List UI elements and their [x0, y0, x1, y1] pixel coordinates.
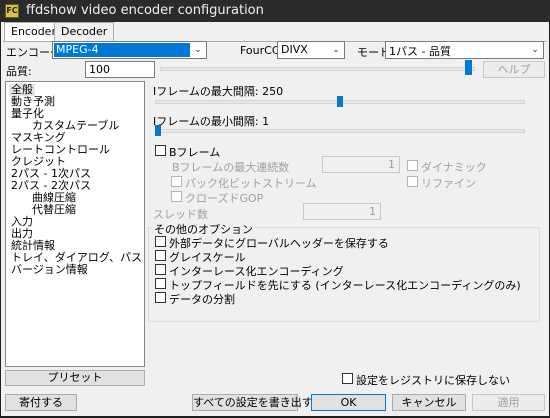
- iframe-max-slider-thumb[interactable]: [337, 96, 343, 107]
- data-partitioning-checkbox[interactable]: [155, 292, 166, 303]
- quality-label: 品質:: [6, 65, 32, 78]
- ok-button[interactable]: OK: [311, 394, 386, 411]
- closed-gop-label: クローズドGOP: [185, 192, 264, 205]
- mode-select[interactable]: 1パス - 品質 ⌄: [385, 41, 544, 59]
- interlaced-encoding-checkbox[interactable]: [155, 264, 166, 275]
- quality-input[interactable]: 100: [85, 61, 155, 78]
- tree-item-alt-compression[interactable]: 代替圧縮: [32, 204, 76, 216]
- window-title: ffdshow video encoder configuration: [26, 3, 264, 18]
- tab-decoder[interactable]: Decoder: [54, 22, 115, 41]
- packed-bitstream-label: パック化ビットストリーム: [185, 177, 317, 190]
- chevron-down-icon: ⌄: [332, 45, 340, 55]
- grayscale-checkbox[interactable]: [155, 250, 166, 261]
- mode-select-value: 1パス - 品質: [389, 45, 451, 58]
- iframe-min-slider-thumb[interactable]: [155, 125, 161, 136]
- fourcc-select[interactable]: DIVX ⌄: [277, 41, 345, 59]
- cancel-button[interactable]: キャンセル: [392, 394, 466, 411]
- bframes-max-consecutive-input[interactable]: 1: [322, 156, 400, 173]
- apply-button[interactable]: 適用: [472, 394, 545, 411]
- title-bar[interactable]: FC ffdshow video encoder configuration: [0, 0, 550, 22]
- refine-label: リファイン: [421, 177, 476, 190]
- threads-label: スレッド数: [153, 208, 208, 221]
- bframes-max-consecutive-label: Bフレームの最大連続数: [172, 161, 290, 174]
- quality-input-value: 100: [89, 63, 110, 76]
- save-registry-checkbox[interactable]: [342, 373, 353, 384]
- tree-item-about[interactable]: バージョン情報: [11, 264, 88, 276]
- threads-value: 1: [369, 205, 376, 218]
- dynamic-label: ダイナミック: [421, 161, 487, 174]
- chevron-down-icon: ⌄: [531, 45, 539, 55]
- data-partitioning-label: データの分割: [169, 293, 235, 306]
- threads-input[interactable]: 1: [303, 203, 381, 220]
- export-all-button[interactable]: すべての設定を書き出す: [192, 394, 313, 411]
- bframes-checkbox[interactable]: [155, 145, 166, 156]
- closed-gop-checkbox[interactable]: [171, 191, 182, 202]
- dynamic-checkbox[interactable]: [407, 160, 418, 171]
- fourcc-select-value: DIVX: [281, 43, 308, 56]
- donate-button[interactable]: 寄付する: [5, 394, 77, 411]
- help-button[interactable]: ヘルプ: [483, 61, 545, 78]
- encoder-select-value: MPEG-4: [56, 43, 99, 56]
- iframe-min-label: Iフレームの最小間隔: 1: [153, 115, 270, 128]
- packed-bitstream-checkbox[interactable]: [171, 176, 182, 187]
- top-field-first-checkbox[interactable]: [155, 278, 166, 289]
- encoder-select[interactable]: MPEG-4 ⌄: [52, 41, 207, 59]
- bframes-label: Bフレーム: [169, 146, 221, 159]
- bframes-max-consecutive-value: 1: [388, 158, 395, 171]
- global-header-checkbox[interactable]: [155, 236, 166, 247]
- settings-tree[interactable]: 全般 動き予測 量子化 カスタムテーブル マスキング レートコントロール クレジ…: [5, 81, 145, 367]
- chevron-down-icon: ⌄: [194, 45, 202, 55]
- app-icon: FC: [5, 4, 19, 18]
- refine-checkbox[interactable]: [407, 176, 418, 187]
- iframe-min-slider-track[interactable]: [155, 129, 525, 133]
- quality-slider-thumb[interactable]: [465, 60, 472, 75]
- quality-slider-track[interactable]: [160, 67, 475, 71]
- iframe-max-label: Iフレームの最大間隔: 250: [153, 85, 284, 98]
- save-registry-label: 設定をレジストリに保存しない: [356, 374, 510, 387]
- preset-button[interactable]: プリセット: [5, 370, 145, 386]
